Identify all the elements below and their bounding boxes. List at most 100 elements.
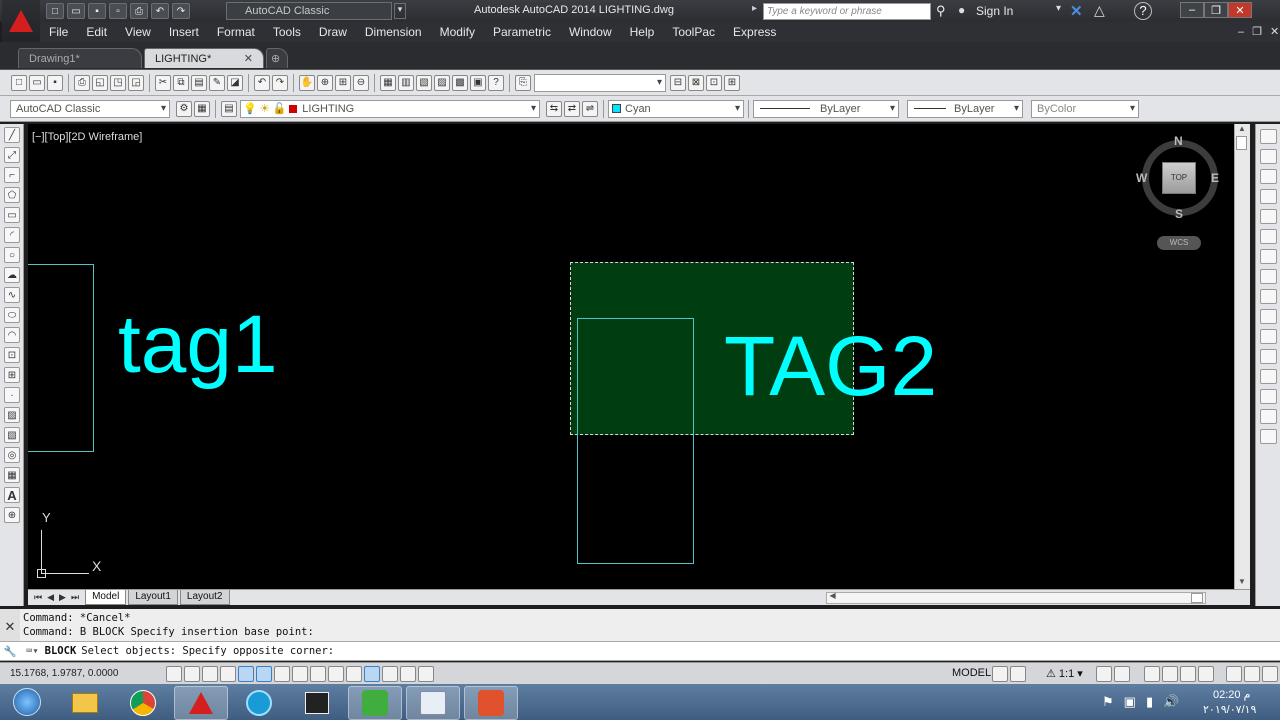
binoculars-icon[interactable]: ⚲ bbox=[936, 3, 946, 19]
ortho-mode-icon[interactable] bbox=[220, 666, 236, 682]
customize-wrench-icon[interactable]: 🔧 bbox=[0, 645, 20, 658]
chamfer-icon[interactable] bbox=[1260, 389, 1277, 404]
join-icon[interactable] bbox=[1260, 369, 1277, 384]
line-icon[interactable]: ╱ bbox=[4, 127, 20, 143]
layer-combo[interactable]: 💡 ☀ 🔓 LIGHTING bbox=[240, 99, 540, 118]
annotation-scale[interactable]: ⚠ 1:1 ▾ bbox=[1046, 667, 1083, 680]
quick-view-drawings-icon[interactable] bbox=[1010, 666, 1026, 682]
menu-tools[interactable]: Tools bbox=[264, 22, 310, 42]
explode-icon[interactable] bbox=[1260, 429, 1277, 444]
tab-layout2[interactable]: Layout2 bbox=[179, 590, 230, 605]
open-icon[interactable]: ▭ bbox=[29, 74, 45, 91]
calculator-icon[interactable]: ▣ bbox=[470, 74, 486, 91]
auto-scale-icon[interactable] bbox=[1114, 666, 1130, 682]
minimize-icon[interactable]: – bbox=[1180, 2, 1204, 18]
layer-properties-icon[interactable]: ▤ bbox=[221, 100, 237, 117]
application-menu-button[interactable] bbox=[2, 0, 40, 42]
clean-screen-icon[interactable] bbox=[1262, 666, 1278, 682]
doc-minimize-icon[interactable]: – bbox=[1238, 26, 1244, 38]
vertical-scrollbar[interactable]: ▲ ▼ bbox=[1234, 124, 1250, 589]
polygon-icon[interactable]: ⬠ bbox=[4, 187, 20, 203]
exchange-apps-icon[interactable]: ✕ bbox=[1070, 2, 1083, 20]
recent-commands-icon[interactable]: ⌨▾ bbox=[26, 645, 39, 657]
last-layout-icon[interactable]: ⏭ bbox=[71, 592, 79, 603]
taskbar-explorer[interactable] bbox=[58, 686, 112, 720]
stay-connected-icon[interactable]: △ bbox=[1094, 2, 1105, 19]
quick-view-layouts-icon[interactable] bbox=[992, 666, 1008, 682]
compass-north[interactable]: N bbox=[1174, 134, 1183, 148]
extend-icon[interactable] bbox=[1260, 329, 1277, 344]
taskbar-paint[interactable] bbox=[406, 685, 460, 720]
linetype-combo[interactable]: ByLayer bbox=[753, 99, 899, 118]
save-as-icon[interactable]: ▫ bbox=[109, 3, 127, 19]
new-icon[interactable]: □ bbox=[46, 3, 64, 19]
3d-osnap-icon[interactable] bbox=[274, 666, 290, 682]
open-icon[interactable]: ▭ bbox=[67, 3, 85, 19]
menu-file[interactable]: File bbox=[40, 22, 77, 42]
publish-icon[interactable]: ◳ bbox=[110, 74, 126, 91]
viewport-controls[interactable]: [−][Top][2D Wireframe] bbox=[32, 131, 142, 143]
match-properties-icon[interactable]: ✎ bbox=[209, 74, 225, 91]
plot-icon[interactable]: ⎙ bbox=[74, 74, 90, 91]
zoom-window-icon[interactable]: ⊞ bbox=[335, 74, 351, 91]
lock-ui-icon[interactable] bbox=[1162, 666, 1178, 682]
menu-help[interactable]: Help bbox=[621, 22, 664, 42]
fillet-icon[interactable] bbox=[1260, 409, 1277, 424]
command-line[interactable]: 🔧 ⌨▾ BLOCK Select objects: Specify oppos… bbox=[0, 641, 1280, 661]
trim-icon[interactable] bbox=[1260, 309, 1277, 324]
compass-south[interactable]: S bbox=[1175, 207, 1183, 221]
text-style-icon[interactable]: ⎘ bbox=[515, 74, 531, 91]
close-tab-icon[interactable]: ✕ bbox=[244, 49, 253, 69]
rectangle-entity[interactable] bbox=[577, 318, 694, 564]
status-bar-menu-icon[interactable] bbox=[1226, 666, 1242, 682]
break-icon[interactable] bbox=[1260, 349, 1277, 364]
redo-icon[interactable]: ↷ bbox=[272, 74, 288, 91]
menu-window[interactable]: Window bbox=[560, 22, 621, 42]
point-icon[interactable]: · bbox=[4, 387, 20, 403]
tab-lighting[interactable]: LIGHTING* ✕ bbox=[144, 48, 264, 68]
save-icon[interactable]: ▪ bbox=[88, 3, 106, 19]
text-entity-tag2[interactable]: TAG2 bbox=[724, 324, 937, 408]
workspace-settings-icon[interactable]: ⚙ bbox=[176, 100, 192, 117]
quick-properties-icon[interactable] bbox=[382, 666, 398, 682]
menu-dimension[interactable]: Dimension bbox=[356, 22, 431, 42]
taskbar-camtasia-recorder[interactable] bbox=[348, 685, 402, 720]
taskbar-camtasia-studio[interactable] bbox=[464, 685, 518, 720]
clock-time[interactable]: 02:20 م bbox=[1213, 688, 1250, 701]
customize-qat-icon[interactable]: ▾ bbox=[394, 3, 406, 19]
undo-icon[interactable]: ↶ bbox=[254, 74, 270, 91]
doc-restore-icon[interactable]: ❐ bbox=[1252, 25, 1262, 38]
region-icon[interactable]: ◎ bbox=[4, 447, 20, 463]
dynamic-ucs-icon[interactable] bbox=[310, 666, 326, 682]
wcs-menu[interactable]: WCS bbox=[1157, 236, 1201, 250]
menu-format[interactable]: Format bbox=[208, 22, 264, 42]
menu-view[interactable]: View bbox=[116, 22, 160, 42]
rectangle-entity[interactable] bbox=[28, 264, 94, 452]
print-icon[interactable]: ⎙ bbox=[130, 3, 148, 19]
rectangle-icon[interactable]: ▭ bbox=[4, 207, 20, 223]
scale-icon[interactable] bbox=[1260, 269, 1277, 284]
preview-icon[interactable]: ◱ bbox=[92, 74, 108, 91]
gradient-icon[interactable]: ▧ bbox=[4, 427, 20, 443]
taskbar-chrome[interactable] bbox=[116, 686, 170, 720]
taskbar-media[interactable] bbox=[232, 686, 286, 720]
volume-icon[interactable]: 🔊 bbox=[1163, 694, 1179, 710]
insert-block-icon[interactable]: ⊡ bbox=[4, 347, 20, 363]
menu-parametric[interactable]: Parametric bbox=[484, 22, 560, 42]
customize-icon[interactable]: ▦ bbox=[194, 100, 210, 117]
command-line-close-icon[interactable]: ✕ bbox=[0, 609, 20, 641]
erase-icon[interactable] bbox=[1260, 129, 1277, 144]
annotation-monitor-icon[interactable] bbox=[418, 666, 434, 682]
taskbar-video-player[interactable] bbox=[290, 686, 344, 720]
text-style-combo[interactable] bbox=[534, 73, 666, 92]
close-icon[interactable]: ✕ bbox=[1228, 2, 1252, 18]
grid-display-icon[interactable] bbox=[202, 666, 218, 682]
object-snap-icon[interactable] bbox=[256, 666, 272, 682]
revision-cloud-icon[interactable]: ☁ bbox=[4, 267, 20, 283]
offset-icon[interactable] bbox=[1260, 189, 1277, 204]
zoom-realtime-icon[interactable]: ⊕ bbox=[317, 74, 333, 91]
undo-icon[interactable]: ↶ bbox=[151, 3, 169, 19]
add-selected-icon[interactable]: ⊕ bbox=[4, 507, 20, 523]
isolate-objects-icon[interactable] bbox=[1198, 666, 1214, 682]
menu-insert[interactable]: Insert bbox=[160, 22, 208, 42]
